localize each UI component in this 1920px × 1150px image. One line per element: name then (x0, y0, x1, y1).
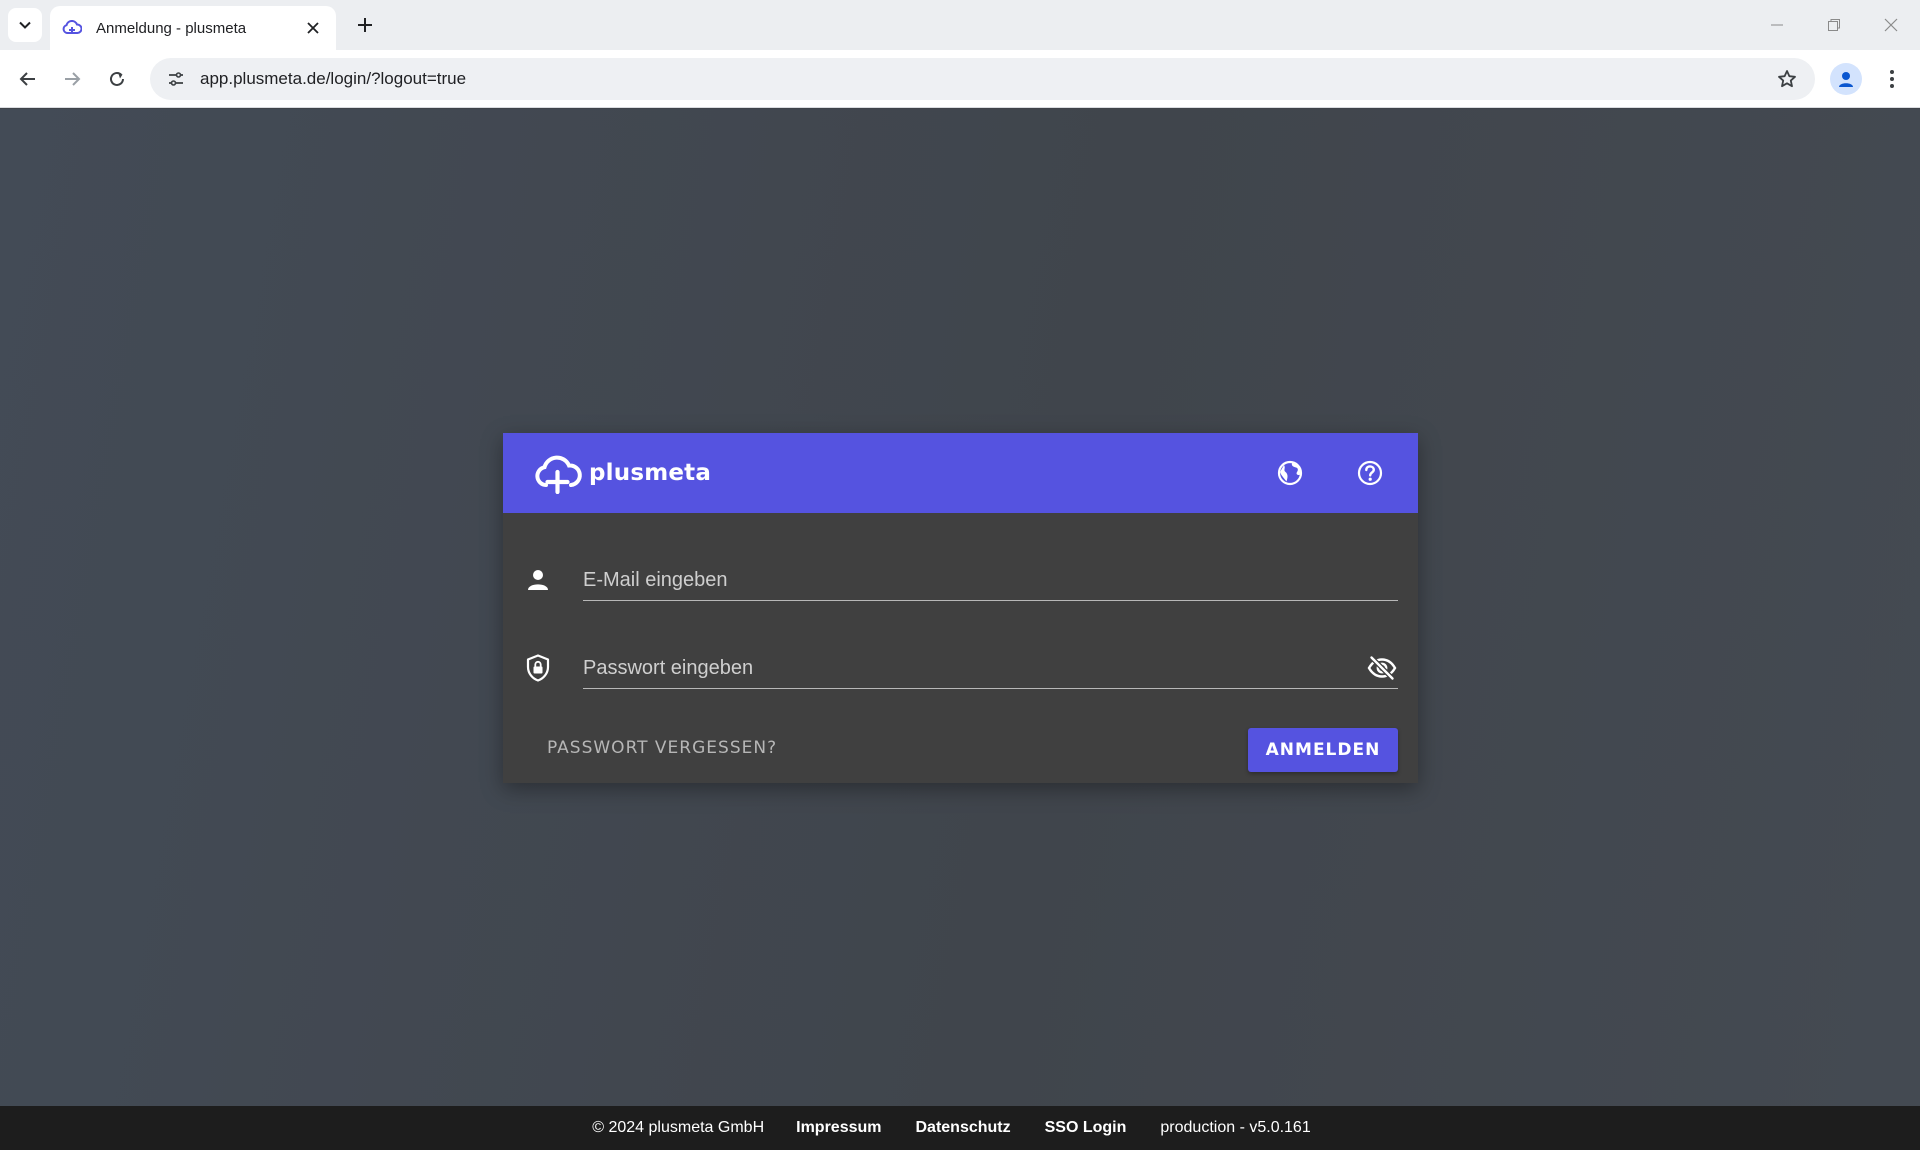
new-tab-button[interactable] (351, 11, 379, 39)
email-input[interactable] (583, 561, 1398, 601)
tab-title: Anmeldung - plusmeta (96, 19, 247, 37)
logo-text: plusmeta (589, 460, 712, 486)
browser-toolbar: app.plusmeta.de/login/?logout=true (0, 50, 1920, 108)
login-button[interactable]: ANMELDEN (1248, 728, 1398, 772)
tab-search-button[interactable] (8, 8, 42, 42)
reload-icon (110, 71, 124, 86)
minimize-icon (1771, 24, 1783, 26)
help-button[interactable] (1350, 453, 1390, 493)
copyright-text: © 2024 plusmeta GmbH (592, 1119, 765, 1136)
plusmeta-cloud-favicon-icon (62, 17, 84, 39)
chevron-down-icon (19, 21, 31, 29)
browser-menu-icon[interactable] (1876, 63, 1908, 95)
restore-icon (1828, 19, 1840, 31)
address-bar[interactable]: app.plusmeta.de/login/?logout=true (150, 58, 1815, 100)
site-settings-icon[interactable] (156, 59, 196, 99)
version-text: production - v5.0.161 (1160, 1119, 1311, 1136)
email-field-row (523, 551, 1398, 611)
eye-off-icon[interactable] (1366, 653, 1398, 683)
minimize-button[interactable] (1760, 10, 1794, 40)
browser-tabbar: Anmeldung - plusmeta (0, 0, 1920, 50)
arrow-left-icon (19, 72, 35, 86)
forgot-password-link[interactable]: PASSWORT VERGESSEN? (533, 730, 791, 766)
browser-tab-active[interactable]: Anmeldung - plusmeta (50, 6, 336, 50)
plusmeta-logo: plusmeta (533, 452, 711, 494)
password-input[interactable] (583, 649, 1398, 689)
profile-avatar-icon[interactable] (1830, 63, 1862, 95)
user-icon (523, 565, 553, 595)
forward-button[interactable] (54, 61, 90, 97)
page-footer: © 2024 plusmeta GmbH Impressum Datenschu… (0, 1106, 1920, 1150)
close-window-button[interactable] (1874, 10, 1908, 40)
bookmark-star-icon[interactable] (1767, 59, 1807, 99)
password-field-row (523, 639, 1398, 699)
cloud-plus-logo-icon (535, 455, 582, 494)
back-button[interactable] (10, 61, 46, 97)
url-text: app.plusmeta.de/login/?logout=true (200, 69, 467, 88)
language-button[interactable] (1270, 453, 1310, 493)
datenschutz-link[interactable]: Datenschutz (916, 1119, 1011, 1137)
help-icon (1357, 460, 1383, 486)
plus-icon (358, 18, 372, 32)
arrow-right-icon (65, 72, 81, 86)
close-icon (1884, 18, 1898, 32)
login-page: plusmeta E-Mail eingeben PASSWORT VERGES… (0, 109, 1920, 1106)
shield-lock-icon (523, 653, 553, 683)
close-tab-icon[interactable] (302, 17, 324, 39)
impressum-link[interactable]: Impressum (796, 1119, 881, 1137)
globe-icon (1277, 460, 1303, 486)
login-card: plusmeta E-Mail eingeben PASSWORT VERGES… (503, 433, 1418, 783)
reload-button[interactable] (99, 61, 135, 97)
restore-button[interactable] (1817, 10, 1851, 40)
sso-login-link[interactable]: SSO Login (1045, 1119, 1127, 1137)
login-card-header: plusmeta (503, 433, 1418, 513)
